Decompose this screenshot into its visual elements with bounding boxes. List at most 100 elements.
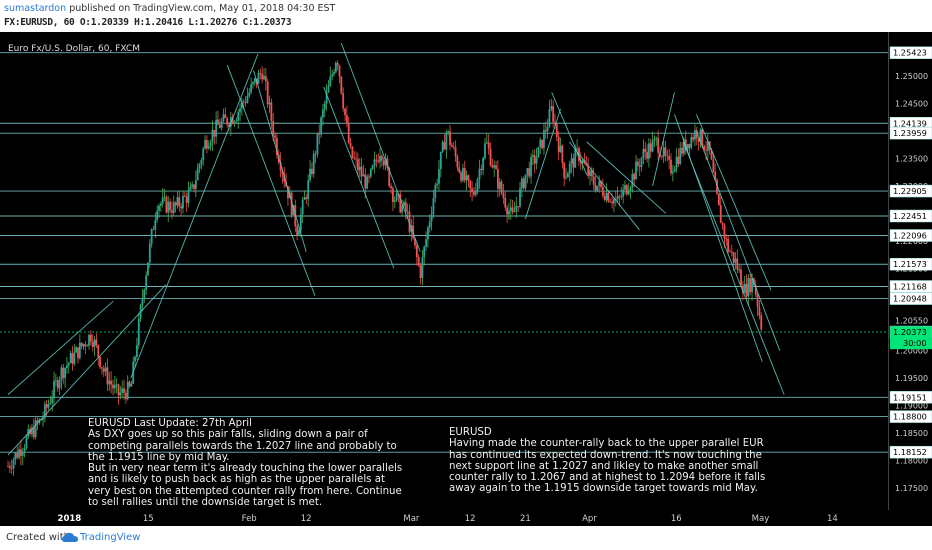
candle-body xyxy=(78,342,81,359)
price-tick-label: 1.25000 xyxy=(895,72,928,81)
candle-body xyxy=(539,139,542,148)
candle-body xyxy=(506,207,509,215)
candle-body xyxy=(314,153,317,155)
candle-body xyxy=(95,339,98,346)
candle-body xyxy=(648,143,650,159)
candle-body xyxy=(250,84,253,93)
candle-body xyxy=(176,197,179,206)
candle-body xyxy=(450,144,453,147)
candle-body xyxy=(327,85,330,93)
candle-body xyxy=(198,164,201,169)
candle-body xyxy=(80,342,83,347)
candle-body xyxy=(18,449,20,458)
candle-body xyxy=(725,238,728,240)
candle-body xyxy=(158,205,160,211)
candle-body xyxy=(204,140,206,149)
candle-body xyxy=(82,344,85,347)
candle-body xyxy=(671,171,674,174)
candle-body xyxy=(609,201,612,203)
level-price-label: 1.19151 xyxy=(893,392,927,402)
candle-body xyxy=(309,168,311,181)
candle-body xyxy=(526,168,529,175)
price-axis[interactable]: 1.250001.245001.235001.230001.225001.220… xyxy=(888,32,932,510)
candle-body xyxy=(513,211,516,213)
candle-body xyxy=(734,258,737,263)
candle-body xyxy=(531,155,534,158)
candle-body xyxy=(101,367,103,369)
candle-body xyxy=(62,367,65,379)
candle-body xyxy=(438,169,440,184)
candle-body xyxy=(552,106,555,123)
tradingview-logo-text[interactable]: TradingView xyxy=(80,532,140,543)
candle-body xyxy=(134,356,136,362)
candle-body xyxy=(620,196,623,198)
candle-body xyxy=(360,166,363,177)
candle-body xyxy=(150,229,153,244)
candle-body xyxy=(382,160,385,166)
candle-body xyxy=(174,202,177,206)
candle-body xyxy=(102,368,105,372)
candle-body xyxy=(561,145,564,163)
candle-body xyxy=(93,339,96,347)
candle-body xyxy=(10,467,13,469)
candle-body xyxy=(252,82,254,85)
candle-body xyxy=(8,466,11,468)
candle-body xyxy=(336,62,339,66)
candle-body xyxy=(368,176,370,178)
note-left-line: very best on the attempted counter rally… xyxy=(88,485,402,497)
trend-line xyxy=(253,70,307,252)
note-left-line: the 1.1915 line by mid May. xyxy=(88,451,230,463)
candle-body xyxy=(541,139,543,149)
candle-body xyxy=(611,201,613,204)
candle-body xyxy=(299,214,302,231)
candle-body xyxy=(301,199,304,215)
candle-body xyxy=(557,136,560,153)
candle-body xyxy=(117,384,120,396)
candle-body xyxy=(185,196,188,203)
publish-line: sumastardon published on TradingView.com… xyxy=(4,3,335,14)
candle-body xyxy=(613,199,615,204)
candle-body xyxy=(67,362,70,366)
candle-body xyxy=(403,202,405,206)
author-link[interactable]: sumastardon xyxy=(4,3,66,14)
candle-body xyxy=(104,367,107,372)
candle-body xyxy=(183,195,186,197)
time-tick-label: Apr xyxy=(582,514,597,524)
candle-body xyxy=(427,227,429,240)
candle-body xyxy=(660,156,663,158)
candle-body xyxy=(143,289,146,299)
publish-info: published on TradingView.com, May 01, 20… xyxy=(69,3,336,14)
candle-body xyxy=(555,124,558,137)
candle-body xyxy=(515,206,518,212)
candle-body xyxy=(152,229,155,231)
candle-body xyxy=(202,148,205,161)
candle-body xyxy=(688,143,691,148)
level-price-label: 1.24139 xyxy=(893,118,927,128)
level-price-label: 1.23959 xyxy=(893,128,927,138)
candle-body xyxy=(32,427,35,438)
time-tick-label: 12 xyxy=(301,514,312,524)
candle-body xyxy=(449,131,451,145)
candle-body xyxy=(601,186,604,196)
candle-body xyxy=(141,298,144,306)
candle-body xyxy=(467,175,470,181)
time-tick-label: 21 xyxy=(520,514,531,524)
candle-body xyxy=(34,420,37,438)
candle-body xyxy=(369,168,372,177)
candle-body xyxy=(344,108,346,116)
candle-body xyxy=(392,188,394,202)
candle-body xyxy=(456,156,459,168)
candle-body xyxy=(589,170,591,176)
candle-body xyxy=(130,383,133,387)
candle-body xyxy=(478,168,481,180)
candle-body xyxy=(110,380,113,385)
candle-body xyxy=(395,193,398,201)
candle-body xyxy=(629,187,632,192)
candle-body xyxy=(180,206,183,209)
time-axis[interactable]: 2018 15 Feb 12 Mar 12 21 Apr 16 May 14 xyxy=(0,510,932,526)
candle-body xyxy=(535,157,538,164)
candle-body xyxy=(377,160,380,162)
candle-body xyxy=(77,347,79,359)
candle-body xyxy=(544,130,547,132)
note-left-line: and is likely to push back as high as th… xyxy=(88,474,385,486)
